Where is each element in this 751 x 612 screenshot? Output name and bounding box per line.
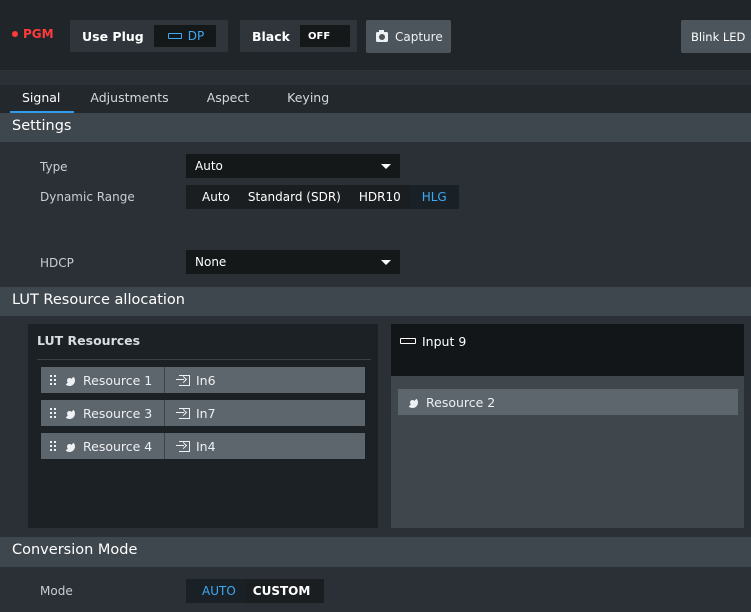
lut-resource-name: Resource 4 <box>83 438 153 454</box>
pgm-dot-icon <box>12 31 18 37</box>
dynamic-range-selector: Auto Standard (SDR) HDR10 HLG <box>186 185 459 209</box>
use-plug-value: DP <box>187 29 205 43</box>
lut-resource-input-cell: In4 <box>165 439 216 454</box>
mode-auto[interactable]: AUTO <box>186 579 245 603</box>
use-plug-select[interactable]: DP <box>153 25 217 47</box>
tab-bar: Signal Adjustments Aspect Keying <box>0 85 751 113</box>
lut-resources-panel <box>28 324 378 528</box>
black-label: Black <box>252 28 290 44</box>
use-plug-group: Use Plug DP <box>70 20 228 52</box>
dynamic-range-sdr[interactable]: Standard (SDR) <box>238 185 350 209</box>
lut-resource-row[interactable]: Resource 4 In4 <box>41 433 365 459</box>
dynamic-range-hdr10[interactable]: HDR10 <box>349 185 410 209</box>
tab-adjustments[interactable]: Adjustments <box>86 85 172 113</box>
pgm-indicator: PGM <box>12 27 54 41</box>
type-select[interactable]: Auto <box>186 154 400 178</box>
blink-led-label: Blink LED <box>691 29 746 44</box>
lut-icon <box>407 397 418 408</box>
divider <box>37 359 371 360</box>
pgm-label: PGM <box>23 27 54 41</box>
input-icon <box>176 440 190 452</box>
hdcp-value: None <box>195 255 227 269</box>
mode-label: Mode <box>40 584 73 598</box>
hdcp-select[interactable]: None <box>186 250 400 274</box>
lut-resource-input: In6 <box>196 372 216 388</box>
tab-keying[interactable]: Keying <box>283 85 333 113</box>
dynamic-range-auto[interactable]: Auto <box>186 185 239 209</box>
chevron-down-icon <box>381 259 391 265</box>
input-icon <box>176 407 190 419</box>
lut-target-input: Input 9 <box>422 334 467 349</box>
lut-resource-row[interactable]: Resource 3 In7 <box>41 400 365 426</box>
lut-resource-input-cell: In7 <box>165 406 216 421</box>
use-plug-label: Use Plug <box>82 28 144 44</box>
drag-handle-icon[interactable] <box>50 375 56 385</box>
lut-target-resource-row[interactable]: Resource 2 <box>398 389 738 415</box>
dynamic-range-label: Dynamic Range <box>40 190 135 204</box>
black-group: Black OFF <box>240 20 357 52</box>
lut-icon <box>64 375 75 386</box>
mode-custom[interactable]: CUSTOM <box>244 579 325 603</box>
type-value: Auto <box>195 159 223 173</box>
capture-button[interactable]: Capture <box>366 20 451 53</box>
lut-resources-title: LUT Resources <box>37 333 141 348</box>
lut-target-resource-name: Resource 2 <box>426 394 496 410</box>
top-toolbar: PGM Use Plug DP Black OFF Capture Blink … <box>0 0 751 71</box>
black-toggle-value: OFF <box>307 30 331 42</box>
tab-aspect[interactable]: Aspect <box>203 85 253 113</box>
lut-resource-name-cell: Resource 1 <box>41 367 165 393</box>
drag-handle-icon[interactable] <box>50 408 56 418</box>
lut-resource-input: In7 <box>196 405 216 421</box>
conversion-section-header: Conversion Mode <box>0 537 751 567</box>
tab-signal[interactable]: Signal <box>9 85 75 113</box>
lut-resource-name-cell: Resource 4 <box>41 433 165 459</box>
black-toggle[interactable]: OFF <box>299 25 350 47</box>
settings-section-header: Settings <box>0 113 751 142</box>
type-label: Type <box>40 160 68 174</box>
drag-handle-icon[interactable] <box>50 441 56 451</box>
plug-icon <box>400 338 416 344</box>
lut-icon <box>64 441 75 452</box>
conversion-body <box>0 574 751 612</box>
blink-led-button[interactable]: Blink LED <box>681 20 751 53</box>
lut-target-header: Input 9 <box>391 324 744 376</box>
lut-resource-name-cell: Resource 3 <box>41 400 165 426</box>
chevron-down-icon <box>381 163 391 169</box>
input-icon <box>176 374 190 386</box>
lut-resource-name: Resource 3 <box>83 405 153 421</box>
capture-label: Capture <box>395 29 443 44</box>
lut-resource-row[interactable]: Resource 1 In6 <box>41 367 365 393</box>
lut-icon <box>64 408 75 419</box>
plug-icon <box>167 33 182 39</box>
dynamic-range-hlg[interactable]: HLG <box>409 185 459 209</box>
hdcp-label: HDCP <box>40 256 74 270</box>
mode-selector: AUTO CUSTOM <box>186 579 325 603</box>
camera-icon <box>376 29 388 42</box>
lut-resource-input: In4 <box>196 438 216 454</box>
lut-resource-input-cell: In6 <box>165 373 216 388</box>
lut-resource-name: Resource 1 <box>83 372 153 388</box>
lut-section-header: LUT Resource allocation <box>0 287 751 316</box>
